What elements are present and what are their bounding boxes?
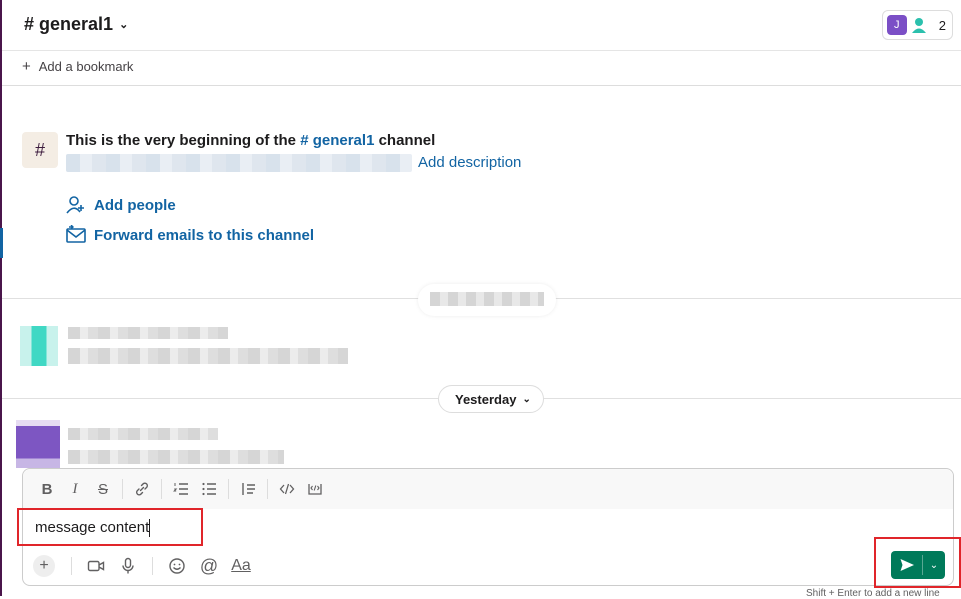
blockquote-icon[interactable] — [234, 475, 262, 503]
toolbar-separator — [122, 479, 123, 499]
channel-intro-heading: This is the very beginning of the # gene… — [66, 132, 435, 149]
redacted-sender-name — [68, 428, 218, 440]
emoji-icon[interactable] — [163, 553, 191, 579]
plus-icon[interactable]: + — [33, 555, 55, 577]
intro-prefix: This is the very beginning of the — [66, 132, 301, 149]
bulleted-list-icon[interactable] — [195, 475, 223, 503]
chevron-down-icon: ⌄ — [119, 19, 129, 31]
redacted-message-text — [68, 450, 284, 464]
actions-separator — [71, 557, 72, 575]
annotation-highlight-input — [17, 508, 203, 546]
mention-icon[interactable]: @ — [195, 553, 223, 579]
toolbar-separator — [161, 479, 162, 499]
formatting-toolbar: B I S — [23, 469, 953, 509]
redacted-date-pill — [418, 284, 556, 316]
members-button[interactable]: J 2 — [881, 10, 953, 40]
forward-emails-label: Forward emails to this channel — [94, 226, 315, 244]
redacted-message-text — [68, 348, 348, 364]
redacted-sender-name — [68, 327, 228, 339]
toolbar-separator — [228, 479, 229, 499]
add-people-button[interactable]: Add people — [66, 195, 176, 215]
plus-icon: + — [22, 58, 31, 75]
chevron-down-icon: ⌄ — [522, 393, 531, 405]
channel-title: # general1 — [24, 14, 114, 34]
redacted-avatar — [16, 420, 60, 468]
member-avatar: J — [886, 15, 907, 35]
add-bookmark-label: Add a bookmark — [38, 59, 134, 74]
add-person-icon — [66, 196, 84, 214]
video-icon[interactable] — [82, 553, 110, 579]
strikethrough-icon[interactable]: S — [89, 475, 117, 503]
intro-suffix: channel — [374, 132, 436, 149]
link-icon[interactable] — [128, 475, 156, 503]
redacted-description — [66, 154, 412, 172]
redacted-avatar — [20, 326, 58, 366]
forward-email-icon — [66, 225, 86, 243]
actions-separator — [152, 557, 153, 575]
composer-hint: Shift + Enter to add a new line — [806, 588, 940, 599]
date-label: Yesterday — [455, 391, 517, 407]
composer-actions: + @ Aa — [31, 553, 255, 579]
code-icon[interactable] — [273, 475, 301, 503]
date-divider-yesterday[interactable]: Yesterday ⌄ — [438, 385, 544, 413]
bold-icon[interactable]: B — [33, 475, 61, 503]
annotation-highlight-send — [874, 537, 961, 588]
toolbar-separator — [267, 479, 268, 499]
sidebar-active-indicator — [0, 228, 3, 258]
italic-icon[interactable]: I — [61, 475, 89, 503]
forward-emails-button[interactable]: Forward emails to this channel — [66, 225, 314, 245]
hash-icon: # — [22, 132, 58, 168]
people-icon — [911, 18, 926, 33]
formatting-icon[interactable]: Aa — [227, 553, 255, 579]
add-people-label: Add people — [94, 196, 176, 214]
channel-header: # general1 ⌄ J 2 — [2, 0, 961, 51]
ordered-list-icon[interactable] — [167, 475, 195, 503]
member-count: 2 — [938, 17, 946, 33]
intro-channel-link[interactable]: # general1 — [300, 132, 374, 149]
microphone-icon[interactable] — [114, 553, 142, 579]
code-block-icon[interactable] — [301, 475, 329, 503]
add-bookmark-button[interactable]: + Add a bookmark — [22, 59, 133, 74]
add-description-link[interactable]: Add description — [418, 154, 521, 171]
channel-title-button[interactable]: # general1 ⌄ — [24, 14, 128, 35]
bookmarks-bar: + Add a bookmark — [2, 51, 961, 86]
